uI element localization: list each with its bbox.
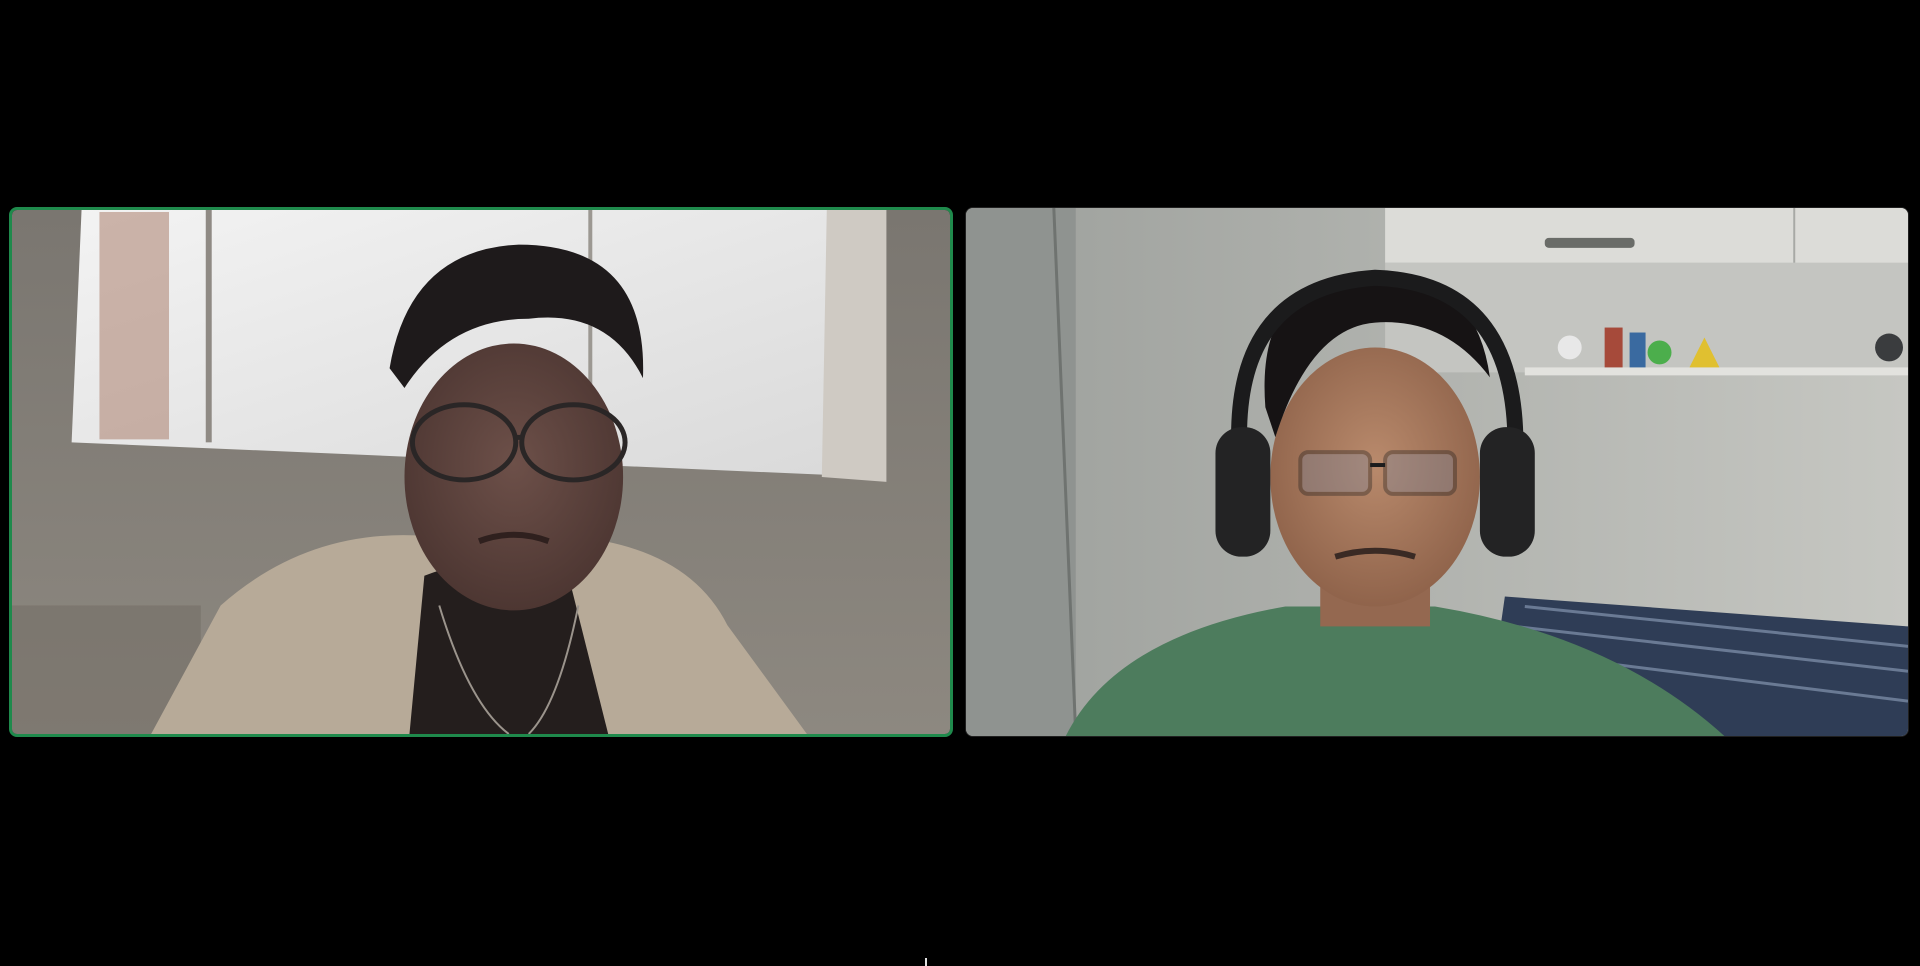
participant-video-feed-1 <box>12 210 950 734</box>
participant-video-tile-2[interactable] <box>965 207 1909 737</box>
bottom-edge-marker <box>925 958 927 966</box>
participant-video-tile-1[interactable] <box>9 207 953 737</box>
meeting-gallery-view <box>0 0 1920 966</box>
participant-video-feed-2 <box>966 208 1908 736</box>
